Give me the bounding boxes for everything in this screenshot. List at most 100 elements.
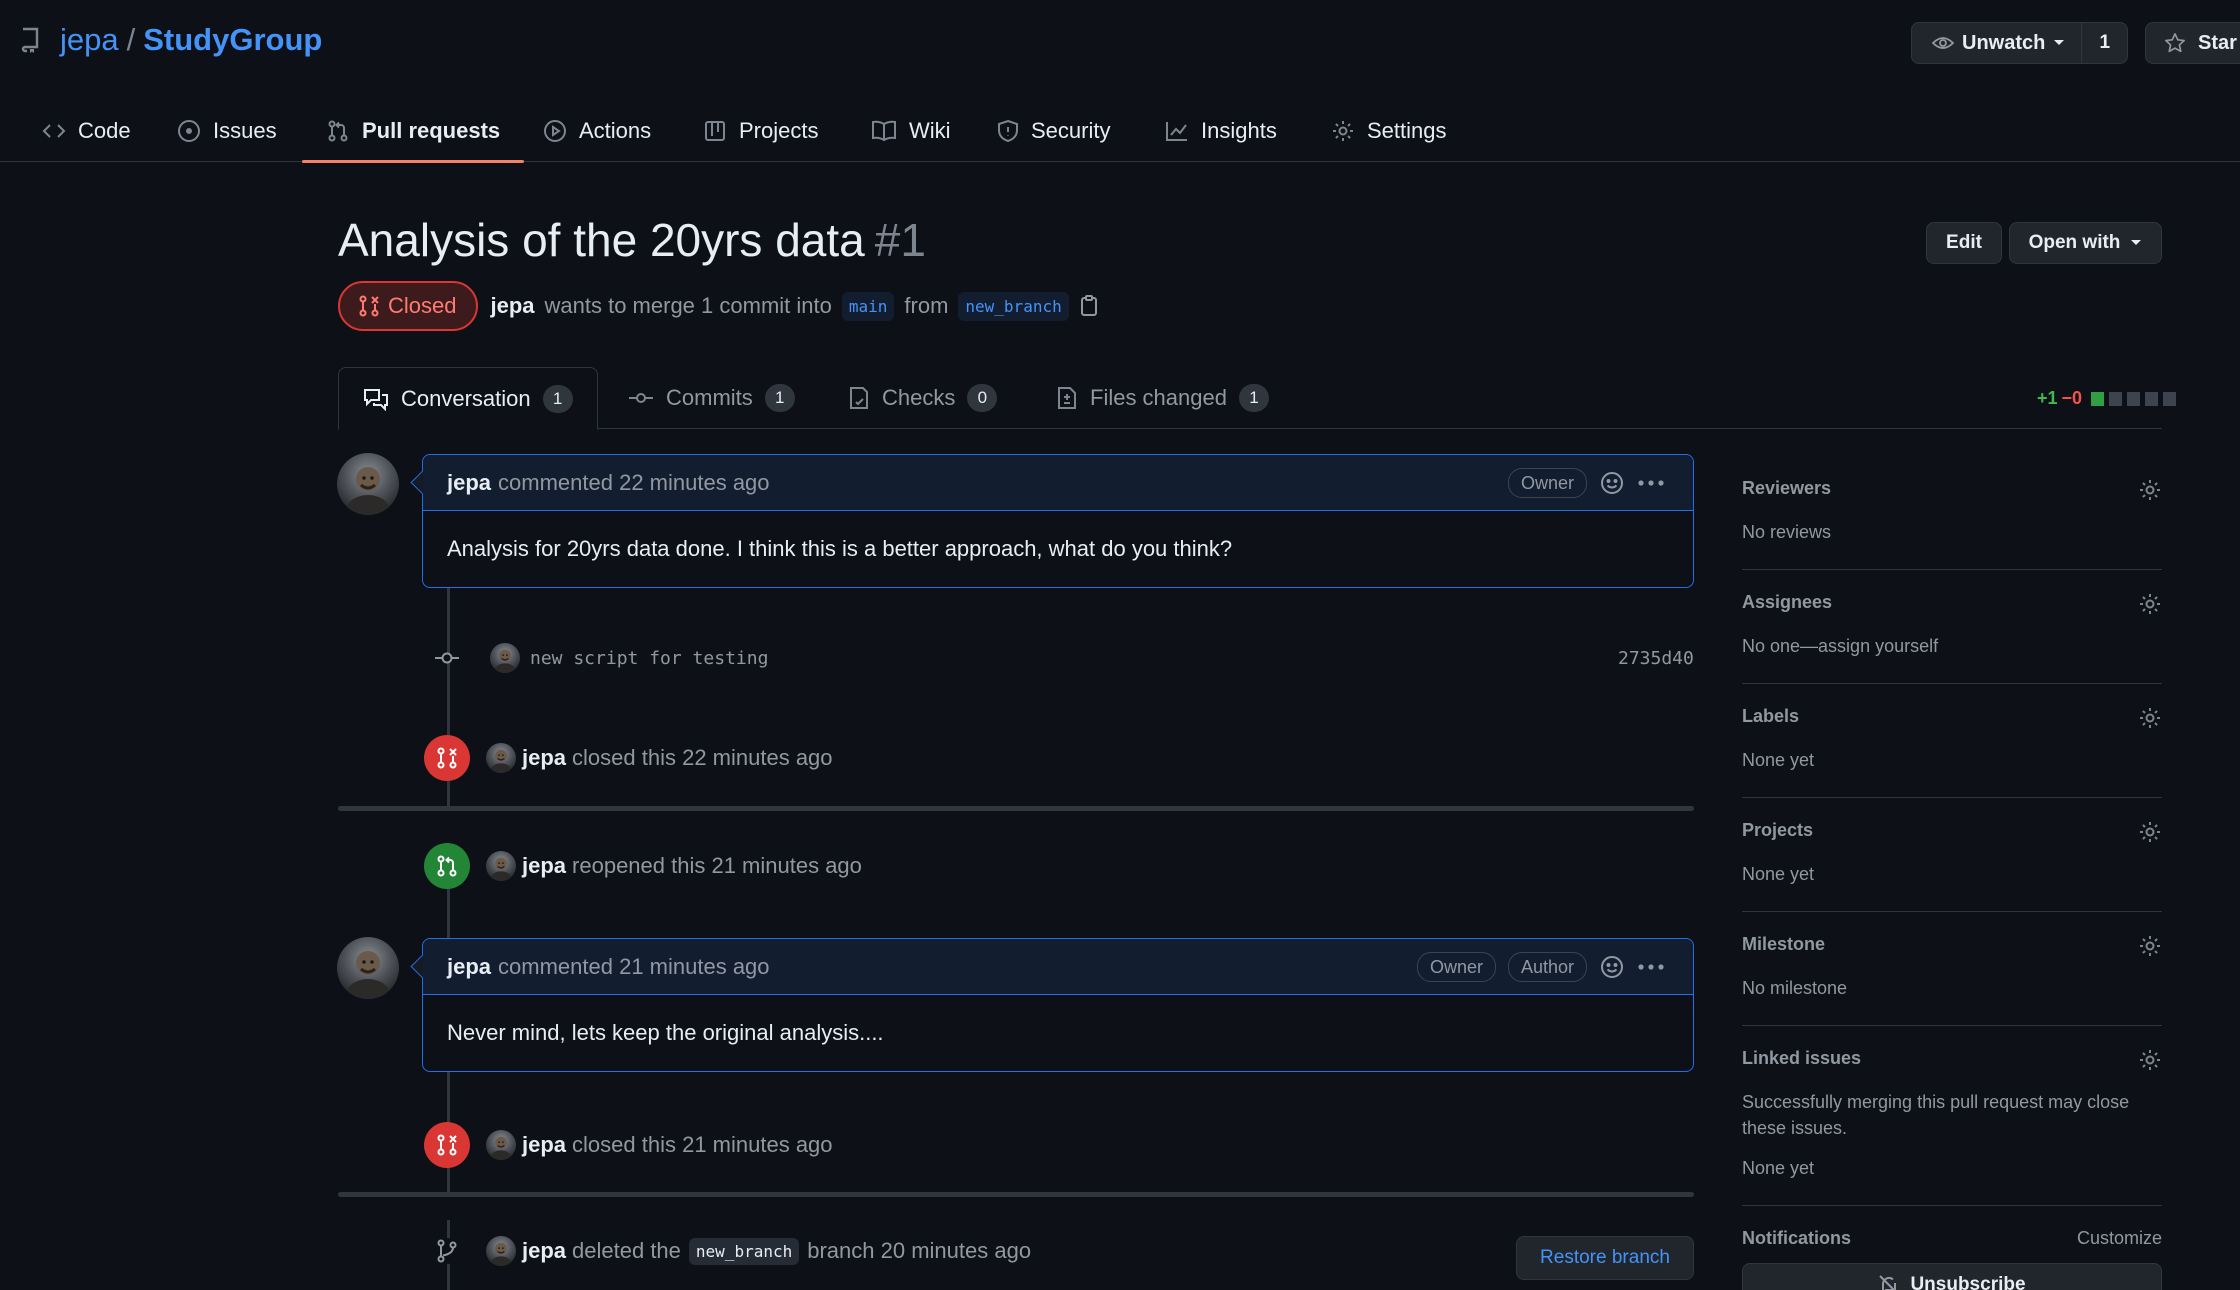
- owner-badge: Owner: [1507, 468, 1587, 498]
- star-label: Star: [2198, 31, 2237, 54]
- checklist-icon: [848, 386, 870, 410]
- nav-projects[interactable]: Projects: [703, 100, 818, 162]
- repo-name-link[interactable]: StudyGroup: [143, 22, 322, 58]
- tab-checks[interactable]: Checks 0: [848, 367, 998, 429]
- nav-code[interactable]: Code: [42, 100, 131, 162]
- smiley-icon[interactable]: [1599, 954, 1625, 980]
- pr-author-link[interactable]: jepa: [490, 293, 534, 319]
- diffstat-block: [2091, 391, 2105, 406]
- avatar[interactable]: [337, 453, 399, 515]
- repo-owner-link[interactable]: jepa: [60, 22, 119, 58]
- base-branch[interactable]: main: [841, 291, 895, 321]
- nav-actions[interactable]: Actions: [543, 100, 651, 162]
- sidebar-milestone-value: No milestone: [1742, 978, 1848, 998]
- avatar[interactable]: [486, 1236, 516, 1266]
- nav-settings[interactable]: Settings: [1331, 100, 1447, 162]
- issue-icon: [177, 119, 201, 143]
- smiley-icon[interactable]: [1599, 470, 1625, 496]
- closed-event-badge: [424, 1122, 470, 1168]
- comment-discussion-icon: [363, 387, 389, 411]
- author-badge: Author: [1507, 952, 1587, 982]
- tab-checks-label: Checks: [882, 385, 956, 410]
- commit-sha-link[interactable]: 2735d40: [1618, 648, 1694, 669]
- sidebar-assignees-title[interactable]: Assignees: [1742, 592, 2162, 613]
- unsubscribe-button[interactable]: Unsubscribe: [1742, 1263, 2162, 1290]
- gear-icon[interactable]: [2138, 1048, 2162, 1072]
- copy-icon[interactable]: [1079, 295, 1099, 317]
- restore-branch-button[interactable]: Restore branch: [1516, 1236, 1694, 1280]
- sidebar-reviewers-title[interactable]: Reviewers: [1742, 478, 2162, 499]
- diffstat: +1 −0: [2037, 388, 2177, 409]
- file-diff-icon: [1056, 386, 1078, 410]
- nav-security[interactable]: Security: [997, 100, 1110, 162]
- comment-author-link[interactable]: jepa: [447, 470, 491, 496]
- sidebar-labels: Labels None yet: [1742, 684, 2162, 798]
- edit-button[interactable]: Edit: [1926, 222, 2002, 264]
- sidebar-milestone-title[interactable]: Milestone: [1742, 934, 2162, 955]
- nav-issues[interactable]: Issues: [177, 100, 277, 162]
- repo-title: jepa / StudyGroup: [20, 22, 322, 58]
- avatar[interactable]: [486, 743, 516, 773]
- avatar[interactable]: [337, 937, 399, 999]
- nav-pull-requests[interactable]: Pull requests: [301, 100, 525, 163]
- event-author-link[interactable]: jepa: [522, 745, 566, 771]
- star-button[interactable]: Star: [2145, 22, 2240, 64]
- comment-box: jepa commented 21 minutes ago Owner Auth…: [422, 938, 1694, 1072]
- unsubscribe-label: Unsubscribe: [1910, 1274, 2026, 1290]
- comment-author-link[interactable]: jepa: [447, 954, 491, 980]
- pr-closed-icon: [358, 294, 380, 318]
- nav-insights[interactable]: Insights: [1165, 100, 1277, 162]
- tab-files-changed[interactable]: Files changed 1: [1056, 367, 1269, 429]
- gear-icon: [1331, 119, 1355, 143]
- kebab-horizontal-icon[interactable]: [1637, 479, 1665, 487]
- comment-header: jepa commented 21 minutes ago Owner Auth…: [423, 939, 1693, 995]
- sidebar-linked-title[interactable]: Linked issues: [1742, 1048, 2162, 1069]
- tab-commits-count: 1: [764, 384, 795, 412]
- eye-icon: [1932, 35, 1954, 51]
- kebab-horizontal-icon[interactable]: [1637, 963, 1665, 971]
- pr-tabs: Conversation 1 Commits 1 Checks 0 Files …: [338, 367, 2162, 430]
- tab-conversation[interactable]: Conversation 1: [338, 367, 598, 430]
- event-author-link[interactable]: jepa: [522, 853, 566, 879]
- sidebar-projects-title[interactable]: Projects: [1742, 820, 2162, 841]
- sidebar-projects-value: None yet: [1742, 864, 1815, 884]
- diffstat-additions: +1: [2037, 388, 2058, 408]
- event-text: deleted the: [572, 1238, 681, 1263]
- event-author-link[interactable]: jepa: [522, 1132, 566, 1158]
- comment-meta[interactable]: commented 21 minutes ago: [498, 954, 770, 980]
- diffstat-block: [2127, 391, 2141, 406]
- gear-icon[interactable]: [2138, 706, 2162, 730]
- sidebar-assignees-value[interactable]: No one—assign yourself: [1742, 633, 2162, 659]
- unwatch-button[interactable]: Unwatch: [1912, 23, 2081, 63]
- watch-count[interactable]: 1: [2081, 23, 2127, 63]
- commit-message-link[interactable]: new script for testing: [530, 648, 768, 669]
- from-text: from: [904, 293, 949, 318]
- comment-meta[interactable]: commented 22 minutes ago: [498, 470, 770, 496]
- gear-icon[interactable]: [2138, 934, 2162, 958]
- gear-icon[interactable]: [2138, 592, 2162, 616]
- closed-event: jepa closed this 21 minutes ago: [424, 1122, 833, 1168]
- nav-wiki[interactable]: Wiki: [871, 100, 951, 162]
- event-text: branch 20 minutes ago: [807, 1238, 1032, 1263]
- sidebar-projects: Projects None yet: [1742, 798, 2162, 912]
- commit-icon: [434, 650, 460, 666]
- avatar[interactable]: [490, 643, 520, 673]
- tab-commits[interactable]: Commits 1: [628, 367, 795, 429]
- commit-icon: [628, 390, 654, 406]
- nav-projects-label: Projects: [739, 118, 819, 143]
- sidebar-linked-desc: Successfully merging this pull request m…: [1742, 1092, 2130, 1138]
- avatar[interactable]: [486, 851, 516, 881]
- customize-link[interactable]: Customize: [2077, 1228, 2162, 1249]
- top-bar: jepa / StudyGroup Unwatch 1 Star: [0, 0, 2240, 84]
- event-text: closed this 22 minutes ago: [572, 745, 833, 770]
- avatar[interactable]: [486, 1130, 516, 1160]
- sidebar-labels-title[interactable]: Labels: [1742, 706, 2162, 727]
- gear-icon[interactable]: [2138, 820, 2162, 844]
- pull-request-icon: [326, 119, 350, 143]
- event-author-link[interactable]: jepa: [522, 1238, 566, 1264]
- gear-icon[interactable]: [2138, 478, 2162, 502]
- sidebar-linked-value: None yet: [1742, 1158, 1815, 1178]
- head-branch[interactable]: new_branch: [958, 291, 1069, 321]
- open-with-button[interactable]: Open with: [2009, 222, 2162, 264]
- commit-event: new script for testing: [434, 643, 768, 673]
